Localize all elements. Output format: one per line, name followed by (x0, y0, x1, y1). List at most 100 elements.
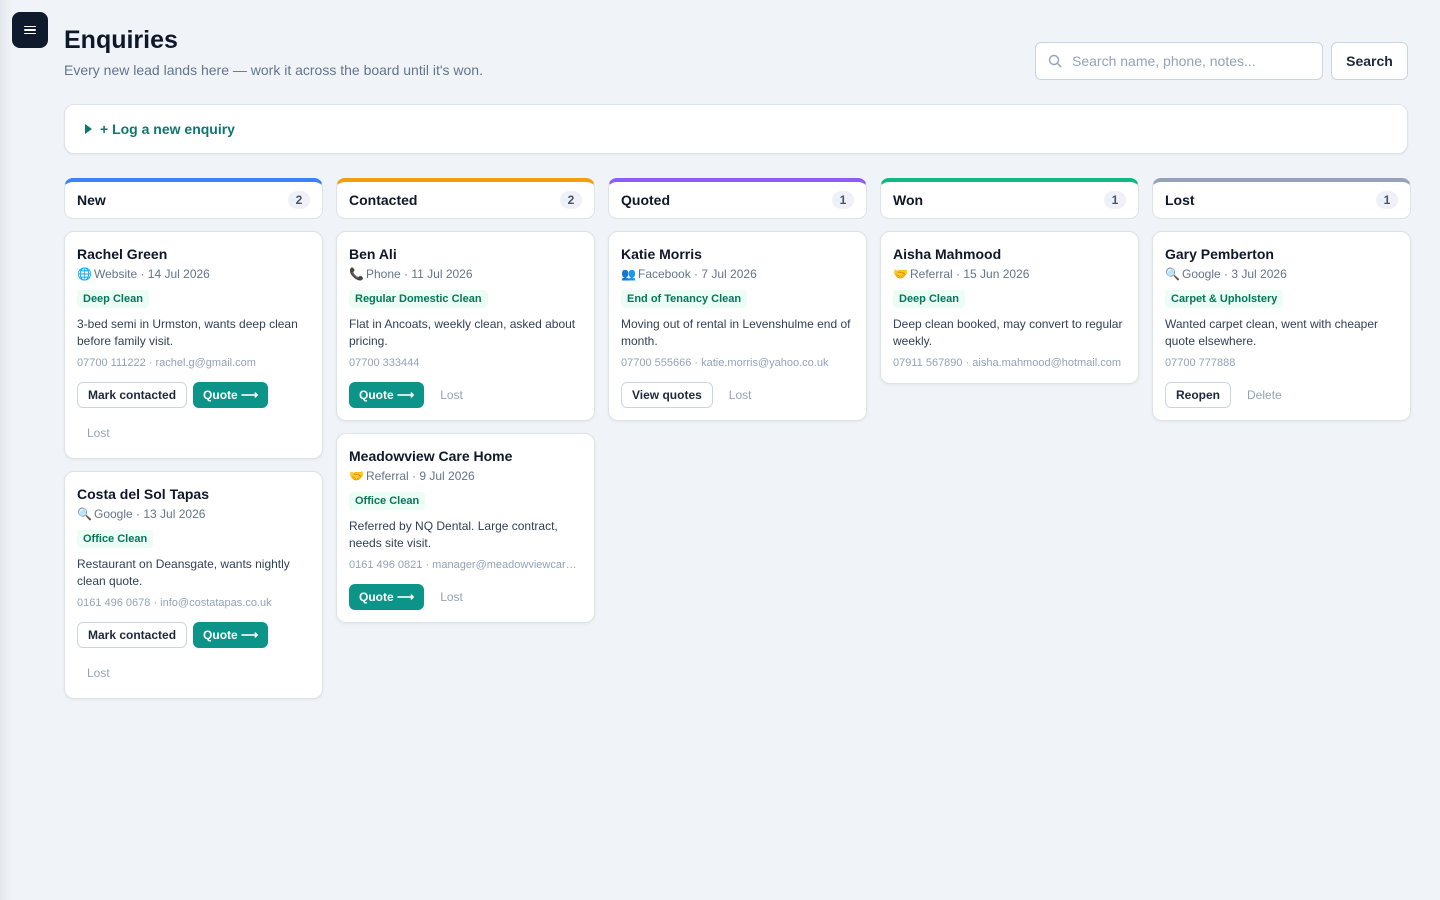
column-header: Lost 1 (1152, 178, 1411, 219)
enquiry-card[interactable]: Costa del Sol Tapas 🔍 Google · 13 Jul 2026… (64, 471, 323, 699)
enquiry-meta: 📞 Phone · 11 Jul 2026 (349, 266, 582, 282)
enquiry-card[interactable]: Ben Ali 📞 Phone · 11 Jul 2026 Regular Domes… (336, 231, 595, 421)
source-and-date: Website · 14 Jul 2026 (94, 267, 210, 281)
enquiry-meta: 🤝 Referral · 9 Jul 2026 (349, 468, 582, 484)
enquiry-note: Wanted carpet clean, went with cheaper q… (1165, 317, 1379, 348)
quote-button[interactable]: Quote ⟶ (193, 622, 269, 648)
column-title: Won (893, 192, 924, 208)
column-lost: Lost 1 Gary Pemberton 🔍 Google · 3 Jul 2026 C… (1152, 178, 1411, 699)
enquiry-contact: 07700 555666 · katie.morris@yahoo.co.uk (621, 357, 829, 369)
magnifier-icon: 🔍 (77, 507, 92, 521)
log-enquiry-label: + Log a new enquiry (100, 121, 235, 137)
card-actions: Reopen Delete (1165, 382, 1398, 408)
lost-button[interactable]: Lost (430, 584, 473, 610)
enquiry-name: Katie Morris (621, 246, 702, 262)
enquiry-card[interactable]: Meadowview Care Home 🤝 Referral · 9 Jul 20… (336, 433, 595, 623)
column-header: New 2 (64, 178, 323, 219)
quote-button[interactable]: Quote ⟶ (349, 584, 425, 610)
people-icon: 👥 (621, 267, 636, 281)
kanban-board: New 2 Rachel Green 🌐 Website · 14 Jul 2026 De… (64, 178, 1411, 699)
search-bar: Search (1035, 42, 1408, 80)
enquiry-note: Restaurant on Deansgate, wants nightly c… (77, 557, 290, 588)
column-title: Quoted (621, 192, 670, 208)
delete-button[interactable]: Delete (1237, 382, 1292, 408)
source-and-date: Referral · 9 Jul 2026 (366, 469, 475, 483)
enquiry-note: Deep clean booked, may convert to regula… (893, 317, 1123, 348)
search-field[interactable] (1035, 42, 1323, 80)
column-won: Won 1 Aisha Mahmood 🤝 Referral · 15 Jun 2026… (880, 178, 1139, 699)
log-enquiry-toggle[interactable]: + Log a new enquiry (64, 104, 1408, 154)
source-and-date: Phone · 11 Jul 2026 (366, 267, 473, 281)
quote-button[interactable]: Quote ⟶ (349, 382, 425, 408)
card-actions: View quotes Lost (621, 382, 854, 408)
service-tag: Deep Clean (893, 290, 965, 308)
enquiry-name: Costa del Sol Tapas (77, 486, 209, 502)
source-and-date: Facebook · 7 Jul 2026 (638, 267, 757, 281)
card-actions: Quote ⟶ Lost (349, 584, 582, 610)
column-contacted: Contacted 2 Ben Ali 📞 Phone · 11 Jul 2026 Reg… (336, 178, 595, 699)
column-count-badge: 2 (560, 191, 582, 209)
magnifier-icon: 🔍 (1165, 267, 1180, 281)
lost-button[interactable]: Lost (719, 382, 762, 408)
lost-button[interactable]: Lost (77, 420, 120, 446)
handshake-icon: 🤝 (349, 469, 364, 483)
service-tag: Deep Clean (77, 290, 149, 308)
enquiry-card[interactable]: Rachel Green 🌐 Website · 14 Jul 2026 Deep C… (64, 231, 323, 459)
column-new: New 2 Rachel Green 🌐 Website · 14 Jul 2026 De… (64, 178, 323, 699)
enquiry-card[interactable]: Katie Morris 👥 Facebook · 7 Jul 2026 End of… (608, 231, 867, 421)
lost-button[interactable]: Lost (77, 660, 120, 686)
column-header: Contacted 2 (336, 178, 595, 219)
mark-contacted-button[interactable]: Mark contacted (77, 622, 188, 648)
page-header: Enquiries Every new lead lands here — wo… (64, 24, 483, 78)
column-count-badge: 2 (288, 191, 310, 209)
enquiry-name: Gary Pemberton (1165, 246, 1274, 262)
enquiry-contact: 07700 777888 (1165, 357, 1236, 369)
card-actions: Mark contacted Quote ⟶ Lost (77, 622, 310, 686)
page-title: Enquiries (64, 26, 178, 54)
column-count-badge: 1 (1376, 191, 1398, 209)
reopen-button[interactable]: Reopen (1165, 382, 1232, 408)
enquiry-meta: 🔍 Google · 3 Jul 2026 (1165, 266, 1398, 282)
mark-contacted-button[interactable]: Mark contacted (77, 382, 188, 408)
enquiry-card[interactable]: Aisha Mahmood 🤝 Referral · 15 Jun 2026 Deep… (880, 231, 1139, 384)
enquiry-note: 3-bed semi in Urmston, wants deep clean … (77, 317, 298, 348)
search-input[interactable] (1072, 53, 1312, 69)
enquiry-name: Aisha Mahmood (893, 246, 1002, 262)
enquiry-contact: 07911 567890 · aisha.mahmood@hotmail.com (893, 357, 1122, 369)
column-quoted: Quoted 1 Katie Morris 👥 Facebook · 7 Jul 202… (608, 178, 867, 699)
column-title: Contacted (349, 192, 418, 208)
column-header: Quoted 1 (608, 178, 867, 219)
enquiry-contact: 0161 496 0821 · manager@meadowviewcareho… (349, 559, 582, 571)
enquiry-contact: 0161 496 0678 · info@costatapas.co.uk (77, 597, 272, 609)
column-title: Lost (1165, 192, 1195, 208)
source-and-date: Google · 3 Jul 2026 (1182, 267, 1287, 281)
source-and-date: Google · 13 Jul 2026 (94, 507, 206, 521)
sidebar-edge (0, 0, 12, 900)
enquiry-note: Flat in Ancoats, weekly clean, asked abo… (349, 317, 576, 348)
view-quotes-button[interactable]: View quotes (621, 382, 713, 408)
search-button[interactable]: Search (1331, 42, 1408, 80)
globe-icon: 🌐 (77, 267, 92, 281)
enquiry-name: Ben Ali (349, 246, 397, 262)
source-and-date: Referral · 15 Jun 2026 (910, 267, 1030, 281)
handshake-icon: 🤝 (893, 267, 908, 281)
quote-button[interactable]: Quote ⟶ (193, 382, 269, 408)
service-tag: Regular Domestic Clean (349, 290, 488, 308)
disclosure-triangle-icon (85, 124, 92, 134)
card-actions: Quote ⟶ Lost (349, 382, 582, 408)
enquiry-meta: 🌐 Website · 14 Jul 2026 (77, 266, 310, 282)
enquiry-name: Meadowview Care Home (349, 448, 513, 464)
enquiry-note: Moving out of rental in Levenshulme end … (621, 317, 851, 348)
service-tag: Office Clean (349, 492, 426, 510)
menu-button[interactable] (12, 12, 48, 48)
column-count-badge: 1 (1104, 191, 1126, 209)
enquiry-contact: 07700 111222 · rachel.g@gmail.com (77, 357, 256, 369)
column-header: Won 1 (880, 178, 1139, 219)
lost-button[interactable]: Lost (430, 382, 473, 408)
enquiry-card[interactable]: Gary Pemberton 🔍 Google · 3 Jul 2026 Carpet… (1152, 231, 1411, 421)
card-actions: Mark contacted Quote ⟶ Lost (77, 382, 310, 446)
enquiry-note: Referred by NQ Dental. Large contract, n… (349, 519, 558, 550)
column-count-badge: 1 (832, 191, 854, 209)
search-icon (1048, 54, 1062, 68)
enquiry-name: Rachel Green (77, 246, 168, 262)
